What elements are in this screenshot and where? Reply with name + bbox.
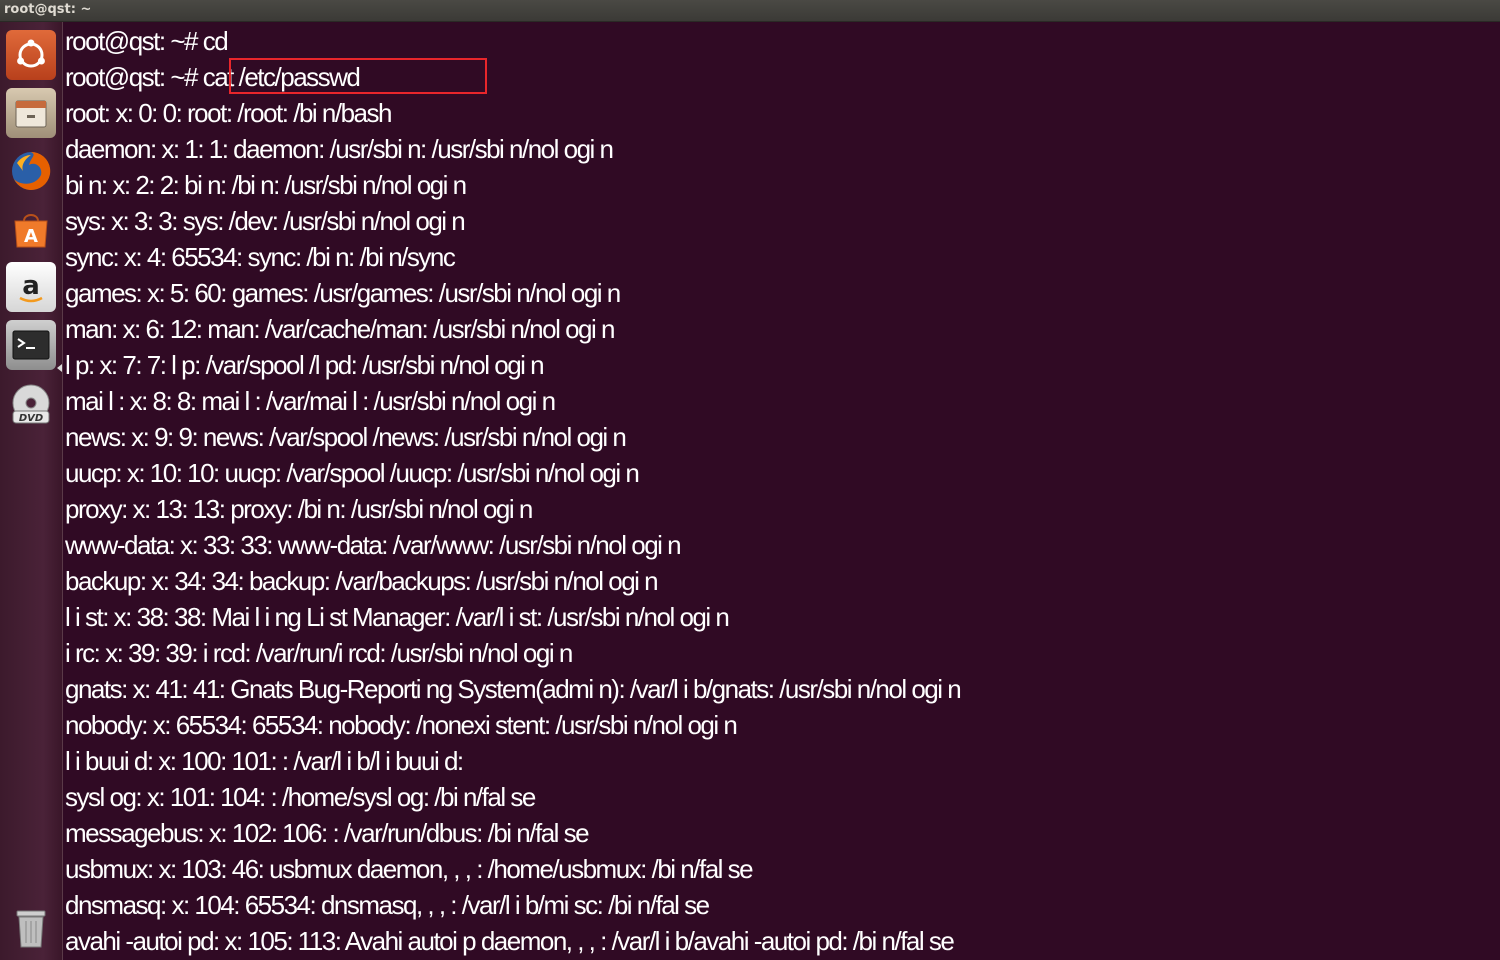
svg-text:DVD: DVD — [19, 413, 43, 424]
terminal-line: l i st: x: 38: 38: Mai l i ng Li st Mana… — [65, 602, 730, 632]
software-center-button[interactable]: A — [6, 204, 56, 254]
terminal-output[interactable]: root@qst: ~# cd root@qst: ~# cat /etc/pa… — [63, 22, 1500, 960]
dvd-icon: DVD — [9, 383, 53, 427]
trash-icon — [11, 905, 51, 949]
terminal-line: sys: x: 3: 3: sys: /dev: /usr/sbi n/nol … — [65, 206, 466, 236]
software-center-icon: A — [9, 207, 53, 251]
files-button[interactable] — [6, 88, 56, 138]
dash-button[interactable] — [6, 30, 56, 80]
dvd-button[interactable]: DVD — [6, 380, 56, 430]
terminal-line: usbmux: x: 103: 46: usbmux daemon, , , :… — [65, 854, 754, 884]
terminal-line: gnats: x: 41: 41: Gnats Bug-Reporti ng S… — [65, 674, 962, 704]
amazon-button[interactable]: a — [6, 262, 56, 312]
svg-text:A: A — [24, 226, 38, 247]
dash-icon — [14, 38, 48, 72]
terminal-line: root: x: 0: 0: root: /root: /bi n/bash — [65, 98, 392, 128]
terminal-line: sysl og: x: 101: 104: : /home/sysl og: /… — [65, 782, 536, 812]
svg-text:a: a — [22, 271, 40, 301]
terminal-line: root@qst: ~# cd — [65, 26, 229, 56]
terminal-line: l i buui d: x: 100: 101: : /var/l i b/l … — [65, 746, 464, 776]
terminal-line: daemon: x: 1: 1: daemon: /usr/sbi n: /us… — [65, 134, 614, 164]
amazon-icon: a — [13, 269, 49, 305]
terminal-line: man: x: 6: 12: man: /var/cache/man: /usr… — [65, 314, 615, 344]
window-titlebar: root@qst: ~ — [0, 0, 1500, 22]
terminal-line: games: x: 5: 60: games: /usr/games: /usr… — [65, 278, 621, 308]
unity-launcher: A a DVD — [0, 22, 63, 960]
active-indicator-icon — [57, 364, 62, 372]
terminal-line: uucp: x: 10: 10: uucp: /var/spool /uucp:… — [65, 458, 640, 488]
terminal-line: proxy: x: 13: 13: proxy: /bi n: /usr/sbi… — [65, 494, 533, 524]
window-title: root@qst: ~ — [4, 2, 92, 17]
terminal-line: news: x: 9: 9: news: /var/spool /news: /… — [65, 422, 627, 452]
terminal-icon — [11, 327, 51, 363]
terminal-line: backup: x: 34: 34: backup: /var/backups:… — [65, 566, 659, 596]
terminal-line: avahi -autoi pd: x: 105: 113: Avahi auto… — [65, 926, 955, 956]
terminal-line: messagebus: x: 102: 106: : /var/run/dbus… — [65, 818, 590, 848]
trash-button[interactable] — [6, 902, 56, 952]
firefox-button[interactable] — [6, 146, 56, 196]
terminal-line: dnsmasq: x: 104: 65534: dnsmasq, , , : /… — [65, 890, 710, 920]
terminal-line: sync: x: 4: 65534: sync: /bi n: /bi n/sy… — [65, 242, 456, 272]
files-icon — [13, 95, 49, 131]
terminal-line: bi n: x: 2: 2: bi n: /bi n: /usr/sbi n/n… — [65, 170, 467, 200]
terminal-line: nobody: x: 65534: 65534: nobody: /nonexi… — [65, 710, 738, 740]
terminal-line: l p: x: 7: 7: l p: /var/spool /l pd: /us… — [65, 350, 545, 380]
terminal-line: www-data: x: 33: 33: www-data: /var/www:… — [65, 530, 682, 560]
firefox-icon — [9, 149, 53, 193]
terminal-button[interactable] — [6, 320, 56, 370]
terminal-line: mai l : x: 8: 8: mai l : /var/mai l : /u… — [65, 386, 556, 416]
command-highlight-box — [229, 58, 487, 94]
terminal-line: i rc: x: 39: 39: i rcd: /var/run/i rcd: … — [65, 638, 573, 668]
